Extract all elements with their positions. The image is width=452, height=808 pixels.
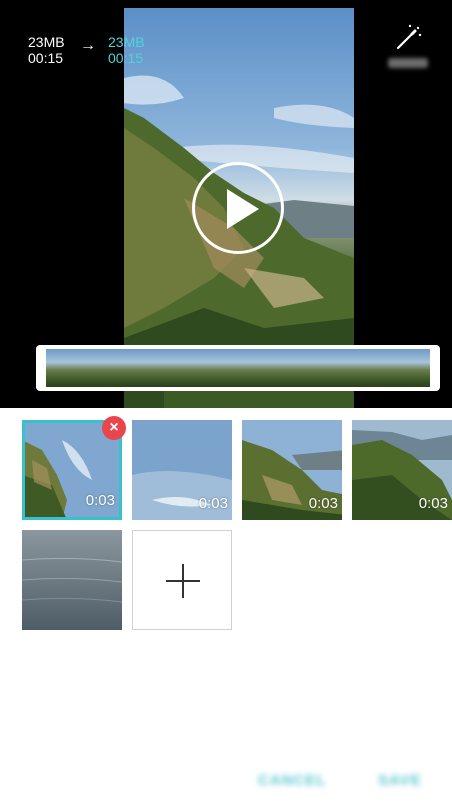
clip-thumbnail-2[interactable]: 0:03 xyxy=(132,420,232,520)
filmstrip-frame xyxy=(254,349,281,387)
filmstrip-frame xyxy=(332,349,359,387)
filmstrip-frame xyxy=(228,349,255,387)
new-size-info: 23MB 00:15 xyxy=(108,34,145,66)
filmstrip-frame xyxy=(98,349,125,387)
new-duration: 00:15 xyxy=(108,50,144,66)
filmstrip-frame xyxy=(150,349,177,387)
clip-duration: 0:03 xyxy=(418,495,448,512)
filmstrip-frame xyxy=(202,349,229,387)
clip-thumbnail-3[interactable]: 0:03 xyxy=(242,420,342,520)
save-button[interactable]: SAVE xyxy=(378,770,422,792)
plus-icon xyxy=(166,564,200,598)
clip-duration: 0:03 xyxy=(308,495,338,512)
clip-thumbnail-5[interactable] xyxy=(22,530,122,630)
arrow-right-icon: → xyxy=(80,37,96,54)
filmstrip-frame xyxy=(384,349,411,387)
filmstrip-frame xyxy=(72,349,99,387)
size-info: 23MB 00:15 → 23MB 00:15 xyxy=(28,34,145,66)
play-button[interactable] xyxy=(192,162,284,254)
clip-duration: 0:03 xyxy=(198,495,228,512)
filmstrip-frame xyxy=(46,349,73,387)
filmstrip-frame xyxy=(280,349,307,387)
original-size: 23MB xyxy=(28,34,65,50)
new-size: 23MB xyxy=(108,34,145,50)
filmstrip-frame xyxy=(358,349,385,387)
magic-wand-icon[interactable] xyxy=(392,22,424,54)
timeline-filmstrip[interactable] xyxy=(36,345,440,391)
filmstrip-frame xyxy=(176,349,203,387)
filmstrip-frame xyxy=(410,349,430,387)
filmstrip-frames xyxy=(46,349,430,387)
video-editor-screen: 23MB 00:15 → 23MB 00:15 0:03 × 0:03 0:03… xyxy=(0,0,452,808)
video-preview[interactable]: 23MB 00:15 → 23MB 00:15 xyxy=(0,0,452,408)
clip-duration: 0:03 xyxy=(85,492,115,509)
add-clip-button[interactable] xyxy=(132,530,232,630)
play-icon xyxy=(227,189,259,229)
cancel-button[interactable]: CANCEL xyxy=(258,770,327,792)
filmstrip-frame xyxy=(306,349,333,387)
magic-label-blurred xyxy=(388,58,428,68)
original-duration: 00:15 xyxy=(28,50,64,66)
filmstrip-frame xyxy=(124,349,151,387)
remove-clip-button[interactable]: × xyxy=(102,416,126,440)
clip-thumbnail-4[interactable]: 0:03 xyxy=(352,420,452,520)
